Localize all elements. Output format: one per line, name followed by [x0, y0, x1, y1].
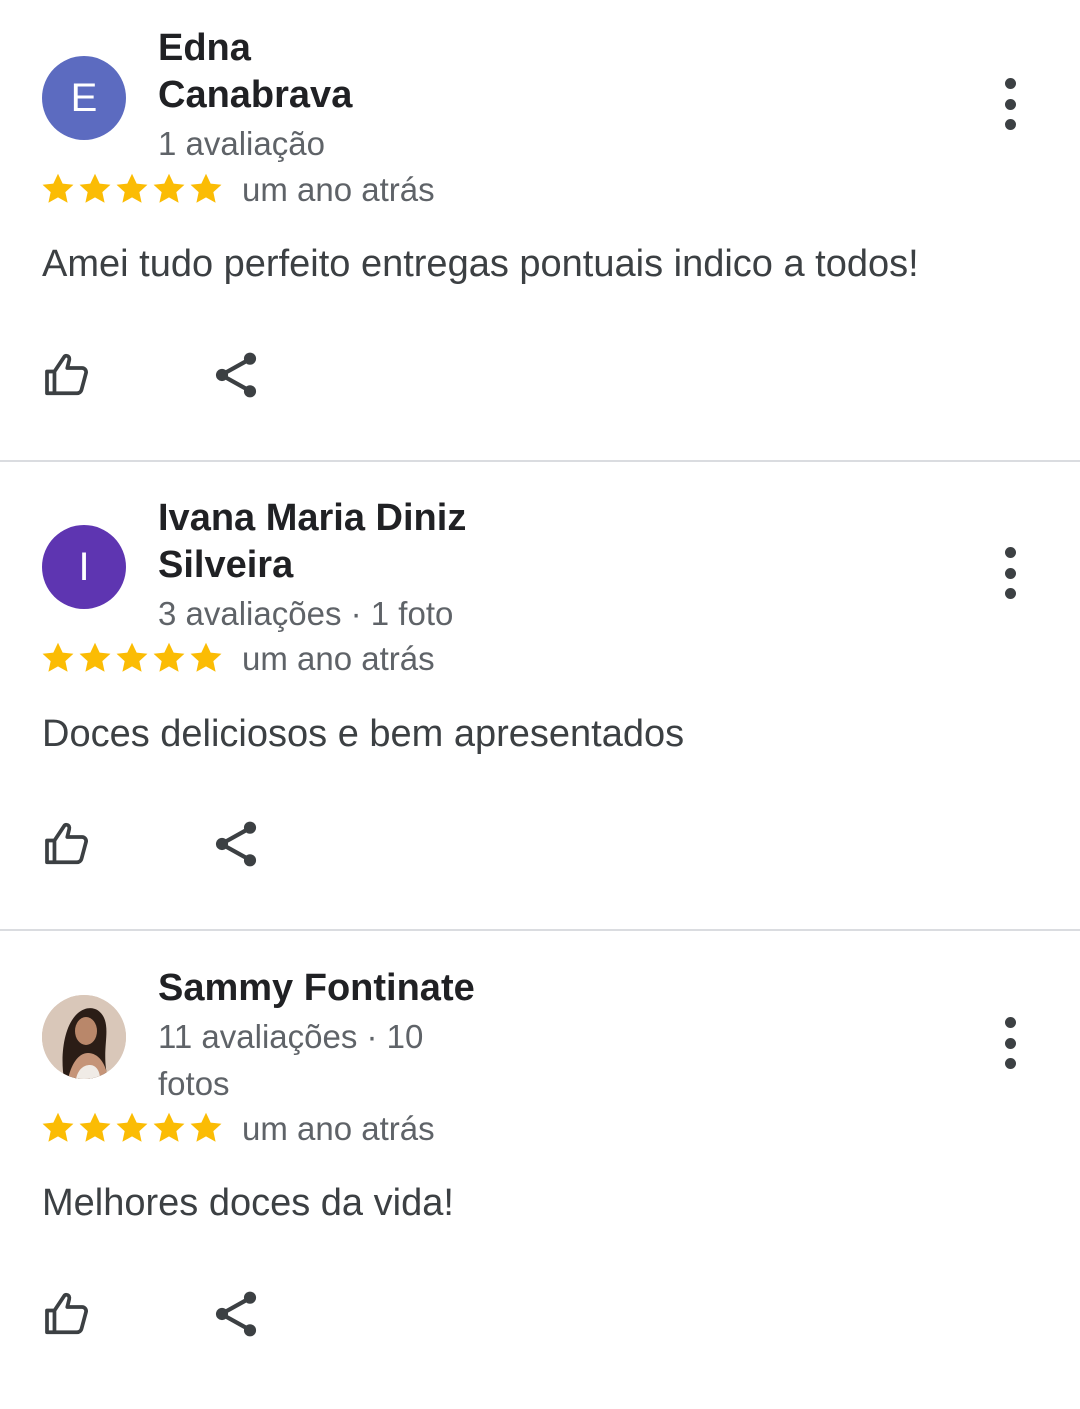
share-button[interactable]: [208, 1286, 264, 1342]
review-date: um ano atrás: [242, 1110, 435, 1147]
thumb-up-icon: [45, 1292, 88, 1335]
more-dot: [1004, 588, 1016, 599]
more-options-icon[interactable]: [990, 1017, 1030, 1069]
star-icon: [190, 642, 222, 672]
star-icon: [79, 642, 111, 672]
star-rating: [40, 171, 224, 207]
reviewer-meta: 3 avaliações · 1 foto: [158, 590, 478, 637]
divider: [0, 460, 1080, 462]
more-dot: [1004, 547, 1016, 558]
reviewer-name[interactable]: Sammy Fontinate: [158, 965, 518, 1012]
reviewer-meta-line: fotos: [158, 1065, 230, 1102]
reviewer-name[interactable]: Ivana Maria Diniz Silveira: [158, 495, 518, 589]
star-rating: [40, 640, 224, 676]
thumb-up-icon: [45, 353, 88, 396]
review-card: E Edna Canabrava 1 avaliação um ano atrá…: [0, 0, 1080, 469]
review-text: Melhores doces da vida!: [42, 1182, 454, 1224]
share-icon: [215, 821, 257, 867]
more-dot: [1004, 567, 1016, 579]
reviewer-name-line: Ivana Maria Diniz: [158, 497, 467, 539]
review-date: um ano atrás: [242, 640, 435, 677]
star-icon: [79, 173, 111, 203]
share-icon: [215, 1291, 257, 1337]
reviewer-meta-line: 3 avaliações · 1 foto: [158, 595, 454, 632]
reviewer-meta: 11 avaliações · 10 fotos: [158, 1013, 478, 1107]
star-icon: [116, 642, 148, 672]
more-dot: [1004, 1037, 1016, 1049]
like-button[interactable]: [40, 1286, 96, 1342]
thumb-up-icon: [45, 822, 88, 865]
more-dot: [1004, 1058, 1016, 1069]
reviewer-name-line: Canabrava: [158, 74, 353, 116]
star-icon: [116, 1112, 148, 1142]
avatar-letter: E: [70, 75, 98, 120]
review-date: um ano atrás: [242, 171, 435, 208]
more-dot: [1004, 78, 1016, 89]
avatar[interactable]: [42, 995, 126, 1079]
star-icon: [190, 173, 222, 203]
review-card: Sammy Fontinate 11 avaliações · 10 fotos…: [0, 940, 1080, 1409]
reviewer-name[interactable]: Edna Canabrava: [158, 25, 518, 119]
more-options-icon[interactable]: [990, 547, 1030, 599]
reviewer-name-line: Silveira: [158, 544, 294, 586]
review-card: I Ivana Maria Diniz Silveira 3 avaliaçõe…: [0, 470, 1080, 939]
share-button[interactable]: [208, 816, 264, 872]
share-button[interactable]: [208, 347, 264, 403]
more-options-icon[interactable]: [990, 78, 1030, 130]
review-text: Doces deliciosos e bem apresentados: [42, 713, 685, 755]
reviewer-name-line: Sammy Fontinate: [158, 967, 475, 1009]
star-icon: [153, 642, 185, 672]
star-icon: [42, 1112, 74, 1142]
more-dot: [1004, 1017, 1016, 1028]
avatar[interactable]: I: [42, 525, 126, 609]
like-button[interactable]: [40, 816, 96, 872]
star-icon: [153, 173, 185, 203]
avatar[interactable]: E: [42, 56, 126, 140]
star-icon: [42, 642, 74, 672]
star-icon: [116, 173, 148, 203]
review-text: Amei tudo perfeito entregas pontuais ind…: [42, 243, 919, 285]
more-dot: [1004, 119, 1016, 130]
like-button[interactable]: [40, 347, 96, 403]
share-icon: [215, 352, 257, 398]
star-icon: [153, 1112, 185, 1142]
reviewer-meta-line: 1 avaliação: [158, 125, 325, 162]
profile-photo: [42, 995, 126, 1079]
star-rating: [40, 1110, 224, 1146]
star-icon: [190, 1112, 222, 1142]
reviewer-meta: 1 avaliação: [158, 120, 478, 167]
more-dot: [1004, 98, 1016, 110]
avatar-letter: I: [78, 544, 90, 589]
star-icon: [79, 1112, 111, 1142]
reviewer-name-line: Edna: [158, 27, 251, 69]
divider: [0, 929, 1080, 931]
reviewer-meta-line: 11 avaliações · 10: [158, 1018, 424, 1055]
star-icon: [42, 173, 74, 203]
